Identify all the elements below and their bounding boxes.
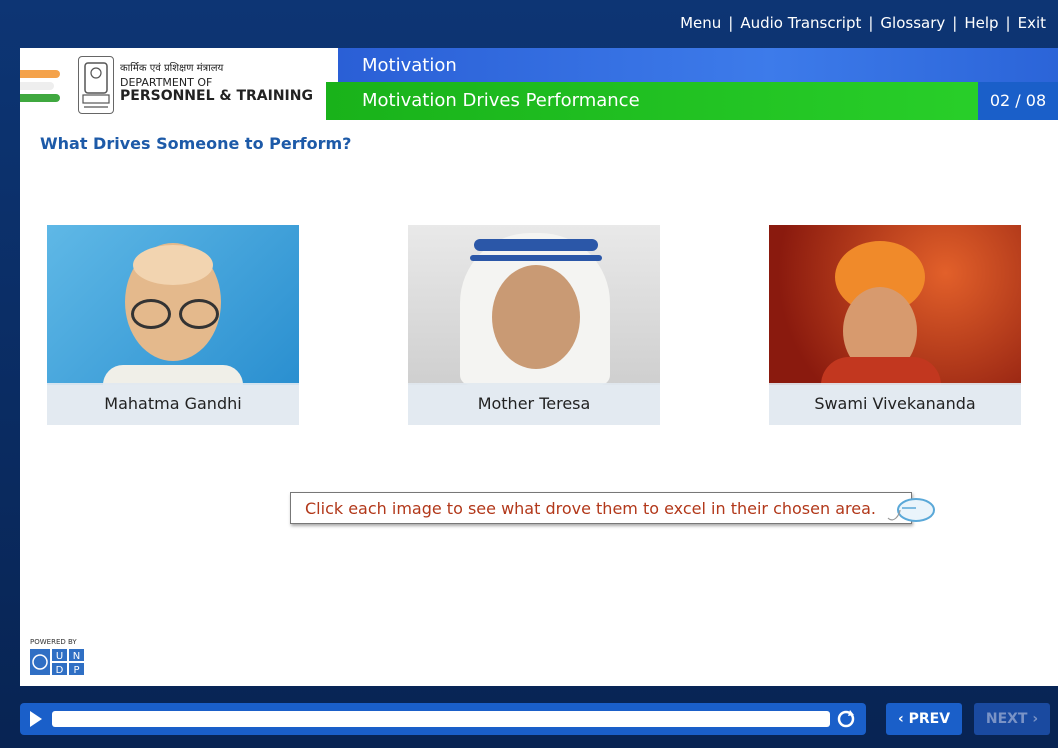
replay-icon[interactable] xyxy=(836,709,856,729)
topic-title: Motivation Drives Performance xyxy=(362,90,640,111)
separator: | xyxy=(868,14,874,32)
separator: | xyxy=(728,14,734,32)
undp-letter: P xyxy=(73,665,79,675)
help-link[interactable]: Help xyxy=(964,14,998,32)
undp-letter: U xyxy=(56,651,63,662)
module-title-bar: Motivation xyxy=(338,48,1058,82)
progress-track[interactable] xyxy=(52,711,830,727)
next-button: NEXT › xyxy=(974,703,1050,735)
tricolor-flag-icon xyxy=(20,66,64,106)
mouse-icon xyxy=(886,496,936,524)
card-label: Mahatma Gandhi xyxy=(47,383,299,425)
page-counter: 02 / 08 xyxy=(978,82,1058,120)
department-logo: कार्मिक एवं प्रशिक्षण मंत्रालय DEPARTMEN… xyxy=(20,48,338,120)
app-frame: Menu | Audio Transcript | Glossary | Hel… xyxy=(0,0,1058,748)
card-label: Mother Teresa xyxy=(408,383,660,425)
undp-letter: N xyxy=(73,651,80,662)
exit-link[interactable]: Exit xyxy=(1018,14,1046,32)
national-emblem-icon xyxy=(78,56,114,114)
portrait-image xyxy=(47,225,299,385)
menu-link[interactable]: Menu xyxy=(680,14,721,32)
card-label: Swami Vivekananda xyxy=(769,383,1021,425)
topic-title-bar: Motivation Drives Performance 02 / 08 xyxy=(326,82,1058,120)
play-icon[interactable] xyxy=(30,711,42,727)
instruction-callout: Click each image to see what drove them … xyxy=(290,492,912,524)
seek-bar-container xyxy=(20,703,866,735)
department-name-hindi: कार्मिक एवं प्रशिक्षण मंत्रालय xyxy=(120,63,224,74)
undp-logo: U N D P xyxy=(30,649,86,676)
audio-transcript-link[interactable]: Audio Transcript xyxy=(740,14,861,32)
player-controls: ‹ PREV NEXT › xyxy=(20,701,1058,741)
page-heading: What Drives Someone to Perform? xyxy=(40,134,352,153)
department-name-line2: PERSONNEL & TRAINING xyxy=(120,88,313,104)
card-mother-teresa[interactable]: Mother Teresa xyxy=(408,225,660,425)
portrait-image xyxy=(408,225,660,385)
course-header: कार्मिक एवं प्रशिक्षण मंत्रालय DEPARTMEN… xyxy=(20,48,1058,120)
content-stage: कार्मिक एवं प्रशिक्षण मंत्रालय DEPARTMEN… xyxy=(20,48,1058,686)
portrait-image xyxy=(769,225,1021,385)
card-swami-vivekananda[interactable]: Swami Vivekananda xyxy=(769,225,1021,425)
prev-button[interactable]: ‹ PREV xyxy=(886,703,962,735)
glossary-link[interactable]: Glossary xyxy=(880,14,945,32)
separator: | xyxy=(952,14,958,32)
card-mahatma-gandhi[interactable]: Mahatma Gandhi xyxy=(47,225,299,425)
module-title: Motivation xyxy=(362,55,457,76)
top-menu: Menu | Audio Transcript | Glossary | Hel… xyxy=(680,14,1046,32)
undp-letter: D xyxy=(56,665,64,675)
powered-by-label: POWERED BY xyxy=(30,638,77,646)
separator: | xyxy=(1005,14,1011,32)
